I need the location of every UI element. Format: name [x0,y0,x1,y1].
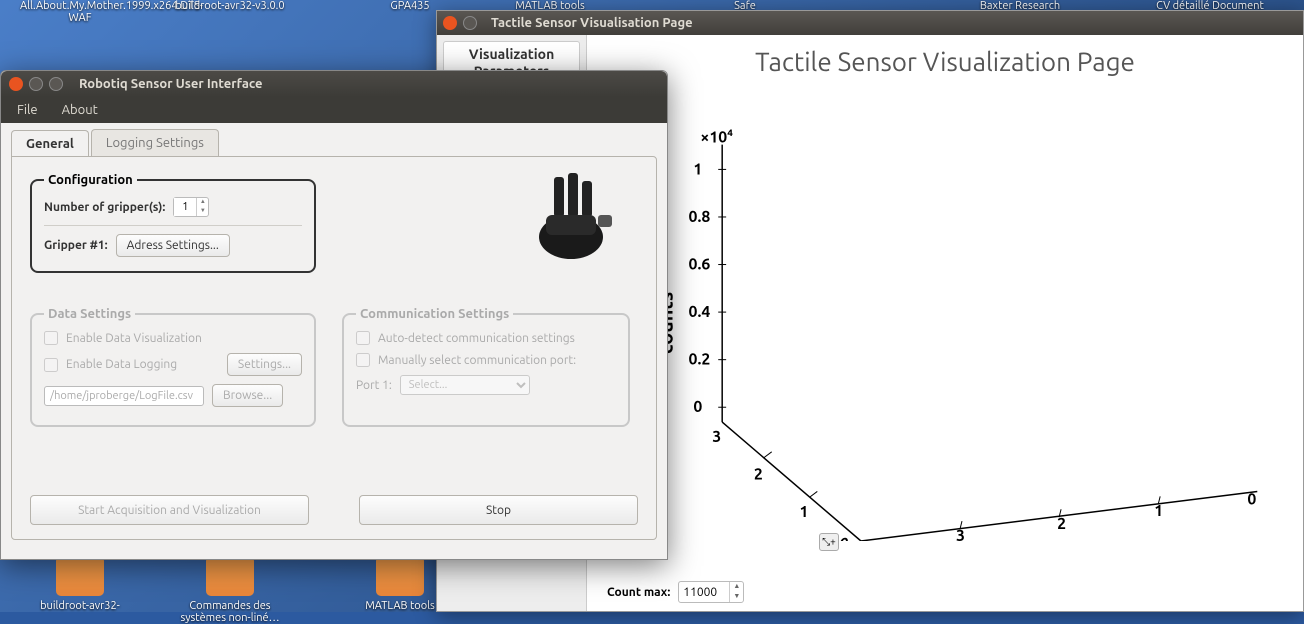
count-max-spinner[interactable]: ▲▼ [678,581,744,603]
port1-select[interactable]: Select... [400,375,530,395]
manual-port-label: Manually select communication port: [378,354,576,367]
address-settings-button[interactable]: Adress Settings... [116,234,230,257]
vis-page-title: Tactile Sensor Visualization Page [587,35,1303,88]
num-gripper-label: Number of gripper(s): [44,201,165,214]
configuration-group: Configuration Number of gripper(s): ▲▼ G… [30,173,316,273]
log-path-input[interactable] [44,386,204,406]
stop-button[interactable]: Stop [359,495,638,525]
spin-down-icon[interactable]: ▼ [730,592,743,602]
svg-text:2: 2 [1057,514,1066,532]
comm-settings-group: Communication Settings Auto-detect commu… [342,307,630,427]
comm-settings-legend: Communication Settings [356,307,513,321]
count-max-input[interactable] [679,582,729,602]
tab-general[interactable]: General [11,130,89,157]
desktop-icon[interactable]: All.About.My.Mother.1999.x264.DTS-WAF [20,0,140,24]
gripper-image [516,167,626,267]
svg-text:2: 2 [754,465,763,483]
browse-button[interactable]: Browse... [212,384,283,407]
count-max-label: Count max: [607,586,670,599]
enable-vis-checkbox[interactable] [44,331,58,345]
num-gripper-spinner[interactable]: ▲▼ [173,197,209,217]
data-settings-legend: Data Settings [44,307,135,321]
svg-text:0: 0 [839,534,848,541]
tab-content-general: Configuration Number of gripper(s): ▲▼ G… [11,156,657,540]
svg-text:0.2: 0.2 [689,350,711,368]
svg-text:1: 1 [799,502,808,520]
svg-text:0.6: 0.6 [689,254,711,272]
tactile-3d-chart: ×10⁴ 1 0.8 0.6 0.4 0.2 0 counts 3 2 1 0 [637,105,1283,541]
enable-vis-label: Enable Data Visualization [66,332,202,345]
enable-log-label: Enable Data Logging [66,358,177,371]
vis-window-title: Tactile Sensor Visualisation Page [491,16,693,30]
close-icon[interactable] [9,77,23,91]
enable-log-checkbox[interactable] [44,358,58,372]
tabbar: General Logging Settings [1,123,667,156]
spin-up-icon[interactable]: ▲ [197,198,208,207]
data-settings-group: Data Settings Enable Data Visualization … [30,307,316,427]
svg-text:0.4: 0.4 [689,302,711,320]
spin-down-icon[interactable]: ▼ [197,207,208,216]
menubar: File About [1,97,667,123]
gripper1-label: Gripper #1: [44,239,108,252]
menu-file[interactable]: File [7,99,48,121]
spin-up-icon[interactable]: ▲ [730,582,743,592]
minimize-icon[interactable] [463,16,477,30]
robotiq-window: Robotiq Sensor User Interface File About… [0,70,668,560]
main-titlebar[interactable]: Robotiq Sensor User Interface [1,71,667,97]
desktop-icon[interactable]: buildroot-avr32- [20,558,140,612]
configuration-legend: Configuration [44,173,137,187]
main-window-title: Robotiq Sensor User Interface [79,77,263,91]
manual-port-checkbox[interactable] [356,353,370,367]
svg-text:0: 0 [693,397,702,415]
zoom-button[interactable]: ⤡+ [819,533,839,551]
desktop-icon[interactable]: Commandes des systèmes non-liné… [170,558,290,624]
log-settings-button[interactable]: Settings... [227,353,302,376]
svg-text:3: 3 [712,427,721,445]
port1-label: Port 1: [356,379,392,392]
divider [44,225,302,226]
tab-logging[interactable]: Logging Settings [91,129,219,156]
auto-detect-label: Auto-detect communication settings [378,332,575,345]
num-gripper-input[interactable] [174,198,196,216]
svg-text:1: 1 [693,159,702,177]
maximize-icon[interactable] [49,77,63,91]
vis-main-area: Tactile Sensor Visualization Page ×10⁴ 1… [587,35,1303,611]
minimize-icon[interactable] [29,77,43,91]
vis-titlebar[interactable]: Tactile Sensor Visualisation Page [437,11,1303,35]
svg-text:0: 0 [1247,489,1256,507]
start-acquisition-button[interactable]: Start Acquisition and Visualization [30,495,309,525]
close-icon[interactable] [443,16,457,30]
svg-text:0.8: 0.8 [689,207,711,225]
svg-text:×10⁴: ×10⁴ [700,128,733,146]
auto-detect-checkbox[interactable] [356,331,370,345]
menu-about[interactable]: About [52,99,108,121]
desktop-icon[interactable]: buildroot-avr32-v3.0.0 [170,0,290,12]
